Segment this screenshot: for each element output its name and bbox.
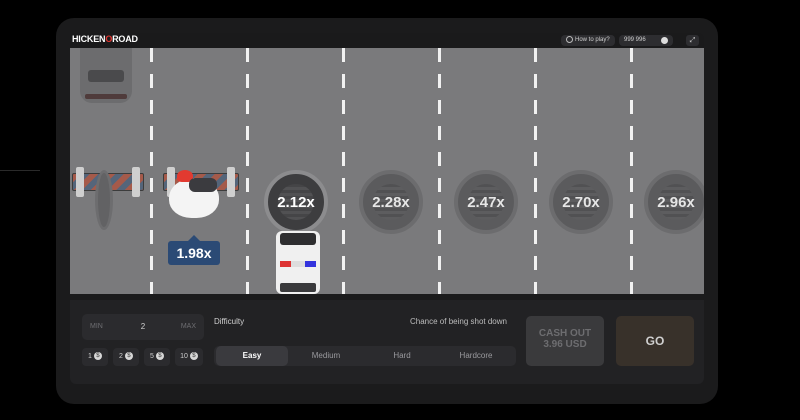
quick-bet-1[interactable]: 1 $	[82, 348, 108, 366]
game-road: 1.98x 2.12x 2.28x 2.47x 2.70x 2.96x	[70, 48, 704, 294]
fullscreen-icon[interactable]: ⤢	[686, 35, 699, 46]
clock-icon	[566, 35, 573, 43]
difficulty-tabs: Easy Medium Hard Hardcore	[214, 346, 516, 366]
edge-line	[0, 170, 40, 171]
tab-hard[interactable]: Hard	[366, 346, 438, 366]
balance-display: 999 996	[619, 35, 673, 46]
lane-line	[342, 48, 345, 294]
quick-bet-5[interactable]: 5 $	[144, 348, 170, 366]
coin-icon: $	[93, 352, 102, 361]
coin-icon: $	[155, 352, 164, 361]
manhole-step-2: 2.28x	[359, 170, 423, 234]
go-button[interactable]: GO	[616, 316, 694, 366]
lane-line	[438, 48, 441, 294]
manhole-step-5: 2.96x	[644, 170, 704, 234]
game-logo: HICKENOROAD	[72, 34, 138, 44]
tab-easy[interactable]: Easy	[216, 346, 288, 366]
control-panel: MIN 2 MAX 1 $ 2 $ 5 $ 10 $ Difficulty Chance…	[70, 300, 704, 384]
bet-max-button[interactable]: MAX	[181, 314, 196, 340]
how-to-play-label: How to play?	[575, 37, 610, 43]
car-icon	[80, 48, 132, 103]
how-to-play-button[interactable]: How to play?	[561, 35, 615, 46]
lane-line	[150, 48, 153, 294]
lane-line	[630, 48, 633, 294]
coin-icon: $	[189, 352, 198, 361]
coin-icon	[661, 37, 668, 44]
manhole-step-1[interactable]: 2.12x	[264, 170, 328, 234]
cash-out-button[interactable]: CASH OUT 3.96 USD	[526, 316, 604, 366]
chicken-icon	[167, 168, 221, 222]
tab-hardcore[interactable]: Hardcore	[440, 346, 512, 366]
tab-medium[interactable]: Medium	[290, 346, 362, 366]
difficulty-label: Difficulty	[214, 317, 245, 326]
current-multiplier: 1.98x	[168, 235, 220, 265]
lane-line	[534, 48, 537, 294]
bet-amount-field[interactable]: MIN 2 MAX	[82, 314, 204, 340]
manhole-icon	[95, 170, 113, 230]
quick-bet-10[interactable]: 10 $	[175, 348, 203, 366]
quick-bet-2[interactable]: 2 $	[113, 348, 139, 366]
coin-icon: $	[124, 352, 133, 361]
top-bar: HICKENOROAD How to play? 999 996 ⤢	[70, 33, 704, 48]
manhole-step-3: 2.47x	[454, 170, 518, 234]
balance-value: 999 996	[624, 37, 646, 43]
police-car-icon	[272, 231, 324, 294]
chance-label: Chance of being shot down	[410, 317, 507, 326]
lane-line	[246, 48, 249, 294]
manhole-step-4: 2.70x	[549, 170, 613, 234]
